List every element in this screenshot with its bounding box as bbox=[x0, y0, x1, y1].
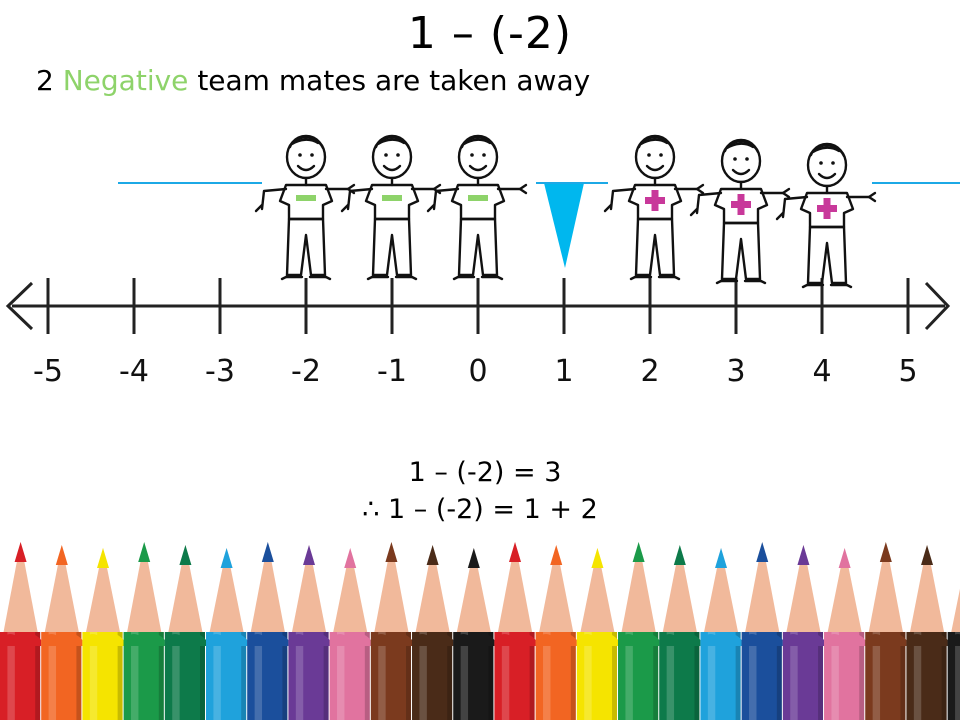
minus-icon bbox=[382, 195, 402, 201]
tick-label: 2 bbox=[640, 354, 659, 389]
negative-team-mate bbox=[254, 134, 356, 281]
pencil-border bbox=[0, 542, 960, 720]
tick-label: -5 bbox=[33, 354, 63, 389]
minus-icon bbox=[468, 195, 488, 201]
pencil bbox=[0, 542, 42, 720]
pencil bbox=[618, 542, 660, 720]
pencil bbox=[206, 548, 248, 720]
pencil bbox=[782, 545, 825, 720]
positive-team-mate bbox=[603, 134, 705, 281]
pencil bbox=[41, 545, 83, 720]
pencil bbox=[288, 545, 330, 720]
pencil bbox=[865, 542, 907, 720]
pointer-marker bbox=[536, 182, 608, 268]
positive-team-mate bbox=[689, 138, 791, 285]
tick-label: 5 bbox=[898, 354, 917, 389]
pencil bbox=[164, 545, 207, 720]
pencil bbox=[741, 542, 783, 720]
pencil bbox=[82, 548, 124, 720]
minus-icon bbox=[296, 195, 316, 201]
tick-label: -4 bbox=[119, 354, 149, 389]
tick-label: 4 bbox=[812, 354, 831, 389]
pencil bbox=[123, 542, 165, 720]
pointer-triangle-icon bbox=[544, 183, 584, 268]
pencil bbox=[700, 548, 742, 720]
pencil bbox=[576, 548, 619, 720]
tick-label: -3 bbox=[205, 354, 235, 389]
pencil bbox=[947, 588, 960, 720]
positive-team-mate bbox=[775, 142, 877, 289]
tick-label: 1 bbox=[554, 354, 573, 389]
pencil bbox=[247, 542, 289, 720]
tick-label: 0 bbox=[468, 354, 487, 389]
negative-team-mate bbox=[426, 134, 528, 281]
pencil bbox=[906, 545, 948, 720]
negative-team-mate bbox=[340, 134, 442, 281]
equation-therefore: ∴ 1 – (-2) = 1 + 2 bbox=[362, 494, 598, 525]
tick-label: -1 bbox=[377, 354, 407, 389]
pencil bbox=[494, 542, 536, 720]
pencil bbox=[535, 545, 577, 720]
number-line-diagram: -5 -4 -3 -2 -1 0 1 2 3 4 5 bbox=[0, 134, 960, 720]
tick-label: 3 bbox=[726, 354, 745, 389]
pencil bbox=[824, 548, 866, 720]
number-line: -5 -4 -3 -2 -1 0 1 2 3 4 5 bbox=[5, 278, 951, 389]
pencil bbox=[453, 548, 495, 720]
pencil bbox=[659, 545, 701, 720]
pencil bbox=[412, 545, 454, 720]
tick-label: -2 bbox=[291, 354, 321, 389]
pencil bbox=[329, 548, 371, 720]
equation-result: 1 – (-2) = 3 bbox=[408, 457, 562, 488]
pencil bbox=[370, 542, 413, 720]
